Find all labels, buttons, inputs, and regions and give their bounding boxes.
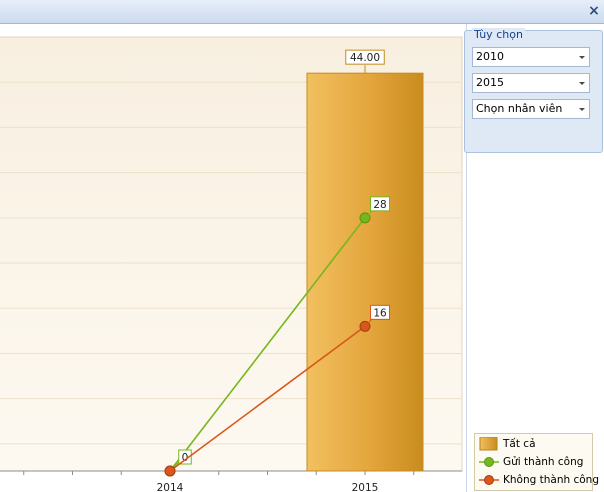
options-panel: Tùy chọn 2010 2015 Chọn nhân viên Tất cả	[464, 24, 604, 492]
data-label: 44.00	[345, 49, 385, 65]
legend-label: Gửi thành công	[503, 456, 584, 468]
data-label-text: 28	[373, 199, 386, 211]
legend-label: Không thành công	[503, 474, 599, 486]
chevron-down-icon[interactable]	[575, 48, 589, 66]
options-group: Tùy chọn 2010 2015 Chọn nhân viên	[464, 28, 603, 153]
chart-area: 2014 2015 44.00 0 28 16	[0, 24, 466, 492]
chart: 2014 201544.0002816	[0, 36, 463, 492]
x-tick-label: 2015	[352, 482, 379, 492]
employee-select[interactable]: Chọn nhân viên	[472, 99, 590, 119]
close-icon[interactable]: ×	[586, 3, 602, 19]
data-label-text: 44.00	[350, 52, 380, 64]
chart-legend: Tất cả Gửi thành công Không thành công	[474, 433, 599, 491]
data-label: 16	[370, 304, 390, 320]
window-titlebar: ×	[0, 0, 604, 24]
chevron-down-icon[interactable]	[575, 100, 589, 118]
legend-swatch-line	[479, 475, 499, 485]
legend-swatch-line	[479, 457, 499, 467]
from-year-value: 2010	[476, 50, 504, 63]
from-year-select[interactable]: 2010	[472, 47, 590, 67]
bar	[306, 72, 424, 472]
chevron-down-icon[interactable]	[575, 74, 589, 92]
to-year-select[interactable]: 2015	[472, 73, 590, 93]
legend-label: Tất cả	[503, 438, 536, 450]
data-label-text: 16	[373, 307, 387, 319]
data-point	[164, 465, 176, 477]
legend-swatch-bar	[479, 437, 498, 451]
x-tick-label: 2014	[157, 482, 184, 492]
options-group-label: Tùy chọn	[472, 28, 525, 41]
employee-value: Chọn nhân viên	[476, 102, 563, 115]
to-year-value: 2015	[476, 76, 504, 89]
data-label: 28	[370, 196, 390, 212]
